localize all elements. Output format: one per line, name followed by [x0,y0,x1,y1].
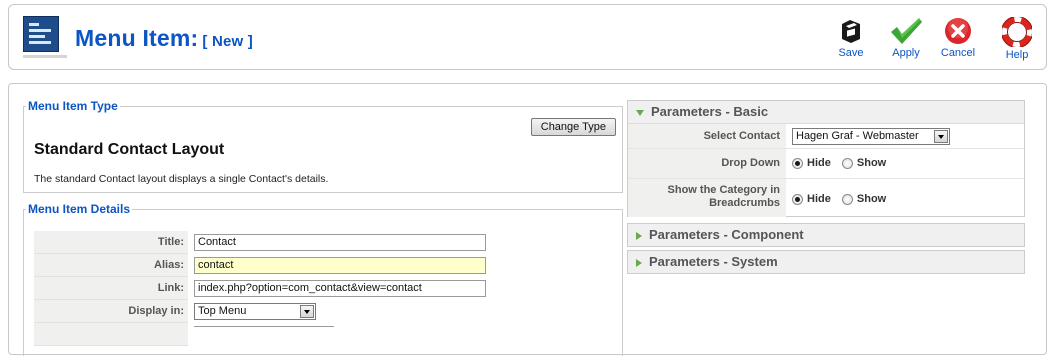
title-input[interactable]: Contact [194,234,486,251]
page-subtitle: [ New ] [202,33,253,50]
expanded-triangle-icon [636,109,644,116]
page-title-text: Menu Item: [75,25,199,51]
parameters-system-header[interactable]: Parameters - System [628,251,1024,273]
parameters-component-header[interactable]: Parameters - Component [628,224,1024,246]
parameters-system-title: Parameters - System [649,254,778,269]
show-category-row: Show the Category in Breadcrumbs Hide Sh… [628,179,1024,217]
apply-label: Apply [892,47,920,59]
save-button[interactable]: Save [827,13,875,67]
apply-button[interactable]: Apply [882,13,930,67]
menu-item-details-fieldset: Menu Item Details Title: Contact Alias: … [23,202,623,356]
apply-check-icon [891,18,922,44]
select-contact-row: Select Contact Hagen Graf - Webmaster [628,124,1024,149]
next-row-input-edge [194,326,334,328]
show-category-label-line2: Breadcrumbs [709,197,780,209]
parameters-component-panel: Parameters - Component [627,223,1025,247]
select-contact-label: Select Contact [628,124,786,148]
show-category-show-label: Show [856,193,887,206]
title-row: Title: Contact [34,231,624,254]
display-in-row: Display in: Top Menu [34,300,624,323]
menu-item-details-legend: Menu Item Details [28,202,131,216]
drop-down-hide-radio[interactable] [792,157,803,169]
title-label: Title: [34,231,188,254]
alias-row: Alias: contact [34,254,624,277]
menu-item-type-fieldset: Menu Item Type Change Type Standard Cont… [23,99,623,193]
link-input: index.php?option=com_contact&view=contac… [194,280,486,297]
display-in-select[interactable]: Top Menu [194,303,316,320]
collapsed-triangle-icon [636,258,642,267]
select-contact-value: Hagen Graf - Webmaster [796,130,919,142]
parameters-system-panel: Parameters - System [627,250,1025,274]
chevron-down-icon [300,305,314,318]
select-contact-select[interactable]: Hagen Graf - Webmaster [792,128,950,145]
show-category-hide-label: Hide [807,193,831,206]
main-content: Menu Item Type Change Type Standard Cont… [8,83,1047,356]
menu-item-type-description: The standard Contact layout displays a s… [34,173,329,185]
help-button[interactable]: Help [993,13,1041,67]
help-lifebuoy-icon [1002,17,1032,47]
alias-input[interactable]: contact [194,257,486,274]
show-category-show-radio[interactable] [841,193,853,205]
toolbar: Menu Item:[ New ] Save Apply Cancel Help [8,4,1047,70]
show-category-label: Show the Category in Breadcrumbs [628,179,786,217]
page-title: Menu Item:[ New ] [75,25,253,52]
cancel-x-icon [945,18,971,44]
menu-item-type-legend: Menu Item Type [28,99,118,113]
link-label: Link: [34,277,188,300]
change-type-button[interactable]: Change Type [530,118,616,136]
collapsed-triangle-icon [636,231,642,240]
drop-down-show-radio[interactable] [841,157,853,169]
drop-down-show-label: Show [856,157,887,170]
icon-shadow [23,55,67,58]
show-category-hide-radio[interactable] [792,193,803,205]
display-in-label: Display in: [34,300,188,323]
save-icon [842,20,860,43]
chevron-down-icon [934,130,948,143]
cancel-button[interactable]: Cancel [934,13,982,67]
parameters-basic-panel: Parameters - Basic Select Contact Hagen … [627,100,1025,217]
menu-item-page-icon [23,16,59,52]
next-row-key [34,323,188,346]
display-in-value: Top Menu [198,305,247,317]
link-row: Link: index.php?option=com_contact&view=… [34,277,624,300]
cancel-label: Cancel [940,47,976,59]
drop-down-label: Drop Down [628,149,786,178]
parameters-basic-title: Parameters - Basic [651,104,769,119]
parameters-component-title: Parameters - Component [649,227,804,242]
show-category-label-line1: Show the Category in [667,184,780,196]
help-label: Help [1005,49,1029,61]
next-row-partial [34,323,624,346]
drop-down-hide-label: Hide [807,157,831,170]
save-label: Save [838,47,864,59]
drop-down-row: Drop Down Hide Show [628,149,1024,179]
parameters-basic-header[interactable]: Parameters - Basic [628,101,1024,124]
alias-label: Alias: [34,254,188,277]
menu-item-type-title: Standard Contact Layout [34,141,225,158]
